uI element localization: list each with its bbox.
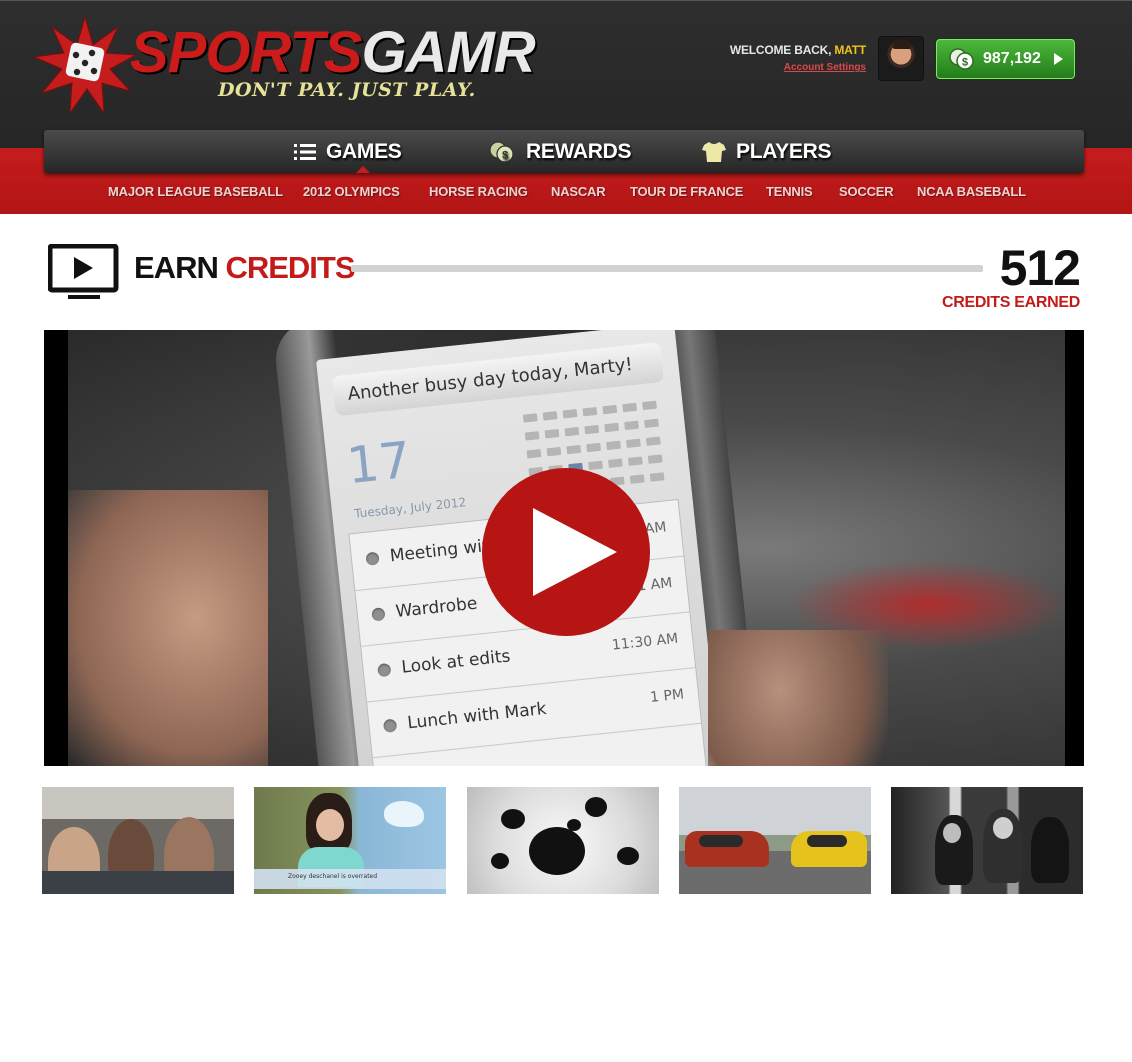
video-hand xyxy=(68,490,268,766)
video-player[interactable]: Another busy day today, Marty! 17 Tuesda… xyxy=(44,330,1084,766)
nav-games[interactable]: GAMES xyxy=(294,130,402,173)
welcome-text: WELCOME BACK, MATT xyxy=(690,43,866,57)
welcome-block: WELCOME BACK, MATT Account Settings xyxy=(690,43,866,75)
brand-name-white: GAMR xyxy=(361,20,535,85)
nav-players[interactable]: PLAYERS xyxy=(702,130,831,173)
subnav-nascar[interactable]: NASCAR xyxy=(551,184,606,199)
welcome-prefix: WELCOME BACK, xyxy=(729,43,835,57)
phone-date-sub: Tuesday, July 2012 xyxy=(353,495,467,521)
video-thumbnail-2[interactable]: Zooey deschanel is overrated xyxy=(254,787,446,894)
credits-balance-button[interactable]: $ 987,192 xyxy=(936,39,1075,79)
video-thumbnail-1[interactable] xyxy=(42,787,234,894)
phone-date-number: 17 xyxy=(344,430,414,496)
bird-icon xyxy=(384,801,424,827)
subnav-tennis[interactable]: TENNIS xyxy=(766,184,813,199)
subnav-tour-de-france[interactable]: TOUR DE FRANCE xyxy=(630,184,743,199)
subnav-soccer[interactable]: SOCCER xyxy=(839,184,894,199)
event-time: 11:30 AM xyxy=(611,630,679,654)
nav-rewards[interactable]: $ REWARDS xyxy=(488,130,632,173)
event-time: 1 PM xyxy=(649,686,685,706)
coins-icon: $ xyxy=(947,47,977,76)
event-title: Wardrobe xyxy=(394,593,479,623)
tv-play-icon xyxy=(47,243,120,307)
site-header: SPORTSGAMR DON'T PAY. JUST PLAY. WELCOME… xyxy=(0,0,1132,149)
video-thumb xyxy=(708,630,888,766)
list-icon xyxy=(294,142,316,162)
sportsgamr-logo[interactable]: SPORTSGAMR DON'T PAY. JUST PLAY. xyxy=(30,15,536,115)
avatar[interactable] xyxy=(879,37,923,80)
video-thumbnail-5[interactable] xyxy=(891,787,1083,894)
credits-earned-count: 512 xyxy=(999,240,1081,296)
dice-star-icon xyxy=(32,15,138,115)
user-name: MATT xyxy=(834,43,866,57)
credits-progress-track xyxy=(351,265,983,272)
video-thumbnail-3[interactable] xyxy=(467,787,659,894)
subnav-horse-racing[interactable]: HORSE RACING xyxy=(429,184,528,199)
brand-name-red: SPORTS xyxy=(130,20,362,85)
jersey-icon xyxy=(702,141,726,163)
event-title: Look at edits xyxy=(400,646,512,678)
earn-title-red: CREDITS xyxy=(225,250,355,285)
play-arrow-icon xyxy=(1054,53,1063,65)
main-nav: GAMES $ REWARDS PLAYERS xyxy=(44,130,1084,173)
nav-rewards-label: REWARDS xyxy=(526,139,632,163)
sub-nav: MAJOR LEAGUE BASEBALL 2012 OLYMPICS HORS… xyxy=(0,184,1132,206)
subnav-ncaa-baseball[interactable]: NCAA BASEBALL xyxy=(917,184,1026,199)
thumbnail-caption: Zooey deschanel is overrated xyxy=(288,873,378,880)
event-title: Lunch with Mark xyxy=(406,698,548,734)
video-play-button[interactable] xyxy=(482,468,650,636)
credits-earned-label: CREDITS EARNED xyxy=(941,294,1080,311)
credits-balance: 987,192 xyxy=(983,50,1041,67)
nav-players-label: PLAYERS xyxy=(736,139,832,163)
account-settings-link[interactable]: Account Settings xyxy=(784,62,866,73)
coins-icon: $ xyxy=(488,140,516,164)
svg-text:$: $ xyxy=(502,149,508,161)
nav-games-label: GAMES xyxy=(326,139,402,163)
video-thumbnail-4[interactable] xyxy=(679,787,871,894)
earn-credits-title: EARN CREDITS xyxy=(134,250,356,286)
earn-title-black: EARN xyxy=(134,250,219,285)
subnav-2012-olympics[interactable]: 2012 OLYMPICS xyxy=(303,184,400,199)
svg-text:$: $ xyxy=(962,57,968,69)
brand-name: SPORTSGAMR xyxy=(130,20,536,85)
brand-tagline: DON'T PAY. JUST PLAY. xyxy=(218,79,476,101)
subnav-major-league-baseball[interactable]: MAJOR LEAGUE BASEBALL xyxy=(108,184,283,199)
